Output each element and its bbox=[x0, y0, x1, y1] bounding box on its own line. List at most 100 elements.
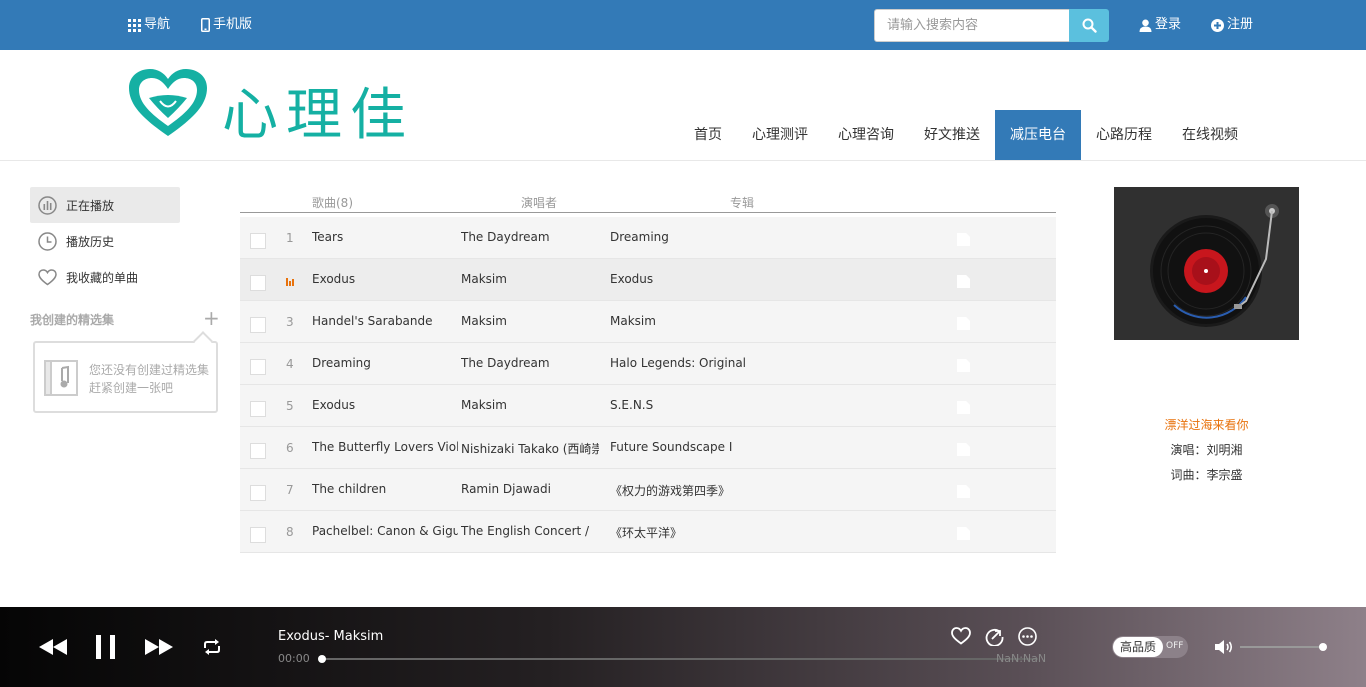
row-index: 7 bbox=[286, 483, 294, 497]
logo-heart-icon[interactable] bbox=[127, 68, 209, 138]
file-icon[interactable] bbox=[957, 317, 970, 330]
sidebar-item-label: 我收藏的单曲 bbox=[66, 270, 139, 285]
row-checkbox[interactable] bbox=[250, 527, 266, 543]
logo-text[interactable]: 心理佳 bbox=[222, 70, 414, 151]
like-button[interactable] bbox=[950, 626, 972, 646]
sidebar-item-now-playing[interactable]: 正在播放 bbox=[30, 187, 180, 223]
next-button[interactable] bbox=[144, 637, 174, 657]
table-row[interactable]: Exodus Maksim Exodus bbox=[240, 259, 1056, 301]
table-row[interactable]: 6 The Butterfly Lovers Violin Nishizaki … bbox=[240, 427, 1056, 469]
artist-name[interactable]: Ramin Djawadi bbox=[461, 482, 599, 496]
duration-time: NaN:NaN bbox=[996, 652, 1047, 665]
album-name[interactable]: 《环太平洋》 bbox=[610, 524, 810, 541]
file-icon[interactable] bbox=[957, 443, 970, 456]
register-label: 注册 bbox=[1227, 17, 1254, 32]
artist-name[interactable]: Nishizaki Takako (西崎崇 bbox=[461, 440, 599, 457]
volume-button[interactable] bbox=[1213, 638, 1235, 656]
sidebar-item-favorites[interactable]: 我收藏的单曲 bbox=[30, 259, 180, 295]
file-icon[interactable] bbox=[957, 275, 970, 288]
sidebar-item-history[interactable]: 播放历史 bbox=[30, 223, 180, 259]
previous-button[interactable] bbox=[38, 637, 68, 657]
clock-icon bbox=[38, 231, 57, 251]
grid-icon bbox=[128, 18, 141, 32]
share-button[interactable] bbox=[983, 626, 1005, 646]
mobile-icon bbox=[201, 18, 210, 32]
nav-home[interactable]: 首页 bbox=[684, 110, 732, 160]
quality-label: 高品质 bbox=[1113, 637, 1163, 657]
player-bar: Exodus- Maksim 00:00 NaN:NaN 高品质 OFF bbox=[0, 607, 1366, 687]
file-icon[interactable] bbox=[957, 485, 970, 498]
plus-circle-icon bbox=[1211, 18, 1224, 32]
nav-assessment[interactable]: 心理测评 bbox=[742, 110, 818, 160]
top-bar: 导航 手机版 登录 注册 bbox=[0, 0, 1366, 50]
file-icon[interactable] bbox=[957, 359, 970, 372]
nav-video[interactable]: 在线视频 bbox=[1172, 110, 1248, 160]
mobile-link[interactable]: 手机版 bbox=[201, 0, 252, 50]
file-icon[interactable] bbox=[957, 401, 970, 414]
album-name[interactable]: Future Soundscape I bbox=[610, 440, 810, 454]
progress-bar[interactable] bbox=[322, 658, 1038, 660]
repeat-button[interactable] bbox=[199, 637, 225, 657]
album-name[interactable]: Exodus bbox=[610, 272, 810, 286]
table-row[interactable]: 7 The children Ramin Djawadi 《权力的游戏第四季》 bbox=[240, 469, 1056, 511]
song-title[interactable]: Exodus bbox=[312, 398, 458, 412]
row-checkbox[interactable] bbox=[250, 317, 266, 333]
progress-handle[interactable] bbox=[318, 655, 326, 663]
song-title[interactable]: Handel's Sarabande bbox=[312, 314, 458, 328]
row-checkbox[interactable] bbox=[250, 485, 266, 501]
table-row[interactable]: 4 Dreaming The Daydream Halo Legends: Or… bbox=[240, 343, 1056, 385]
register-link[interactable]: 注册 bbox=[1211, 0, 1253, 50]
lyricist-line: 词曲：李宗盛 bbox=[1170, 468, 1243, 482]
song-title[interactable]: Pachelbel: Canon & Gigue, bbox=[312, 524, 458, 538]
artist-name[interactable]: The Daydream bbox=[461, 356, 599, 370]
artist-name[interactable]: The English Concert / bbox=[461, 524, 599, 538]
login-label: 登录 bbox=[1155, 17, 1182, 32]
more-button[interactable] bbox=[1016, 626, 1038, 646]
album-name[interactable]: Dreaming bbox=[610, 230, 810, 244]
song-title[interactable]: Exodus bbox=[312, 272, 458, 286]
row-checkbox[interactable] bbox=[250, 443, 266, 459]
file-icon[interactable] bbox=[957, 527, 970, 540]
header-album[interactable]: 专辑 bbox=[730, 194, 754, 211]
album-name[interactable]: S.E.N.S bbox=[610, 398, 810, 412]
row-index: 1 bbox=[286, 231, 294, 245]
search-button[interactable] bbox=[1069, 9, 1109, 42]
pause-button[interactable] bbox=[94, 634, 118, 660]
header-artist[interactable]: 演唱者 bbox=[521, 194, 557, 211]
quality-toggle[interactable]: 高品质 OFF bbox=[1112, 636, 1188, 658]
artist-name[interactable]: The Daydream bbox=[461, 230, 599, 244]
table-row[interactable]: 8 Pachelbel: Canon & Gigue, The English … bbox=[240, 511, 1056, 553]
nav-link[interactable]: 导航 bbox=[128, 0, 170, 50]
row-index: 6 bbox=[286, 441, 294, 455]
nav-radio[interactable]: 减压电台 bbox=[995, 110, 1081, 160]
volume-handle[interactable] bbox=[1319, 643, 1327, 651]
song-title[interactable]: The Butterfly Lovers Violin bbox=[312, 440, 458, 454]
row-checkbox[interactable] bbox=[250, 275, 266, 291]
track-title: Exodus- Maksim bbox=[278, 629, 384, 644]
album-name[interactable]: Halo Legends: Original bbox=[610, 356, 810, 370]
artist-name[interactable]: Maksim bbox=[461, 314, 599, 328]
album-name[interactable]: 《权力的游戏第四季》 bbox=[610, 482, 810, 499]
nav-consulting[interactable]: 心理咨询 bbox=[828, 110, 904, 160]
add-collection-icon[interactable]: + bbox=[203, 308, 220, 328]
artist-name[interactable]: Maksim bbox=[461, 272, 599, 286]
album-name[interactable]: Maksim bbox=[610, 314, 810, 328]
row-checkbox[interactable] bbox=[250, 233, 266, 249]
nav-journey[interactable]: 心路历程 bbox=[1086, 110, 1162, 160]
song-title[interactable]: Dreaming bbox=[312, 356, 458, 370]
header-song[interactable]: 歌曲(8) bbox=[312, 194, 353, 211]
table-row[interactable]: 3 Handel's Sarabande Maksim Maksim bbox=[240, 301, 1056, 343]
row-checkbox[interactable] bbox=[250, 401, 266, 417]
login-link[interactable]: 登录 bbox=[1139, 0, 1181, 50]
nav-articles[interactable]: 好文推送 bbox=[914, 110, 990, 160]
song-title[interactable]: The children bbox=[312, 482, 458, 496]
song-title[interactable]: Tears bbox=[312, 230, 458, 244]
row-checkbox[interactable] bbox=[250, 359, 266, 375]
table-row[interactable]: 1 Tears The Daydream Dreaming bbox=[240, 217, 1056, 259]
volume-slider[interactable] bbox=[1240, 646, 1324, 648]
file-icon[interactable] bbox=[957, 233, 970, 246]
row-index: 8 bbox=[286, 525, 294, 539]
search-input[interactable] bbox=[874, 9, 1070, 42]
table-row[interactable]: 5 Exodus Maksim S.E.N.S bbox=[240, 385, 1056, 427]
artist-name[interactable]: Maksim bbox=[461, 398, 599, 412]
